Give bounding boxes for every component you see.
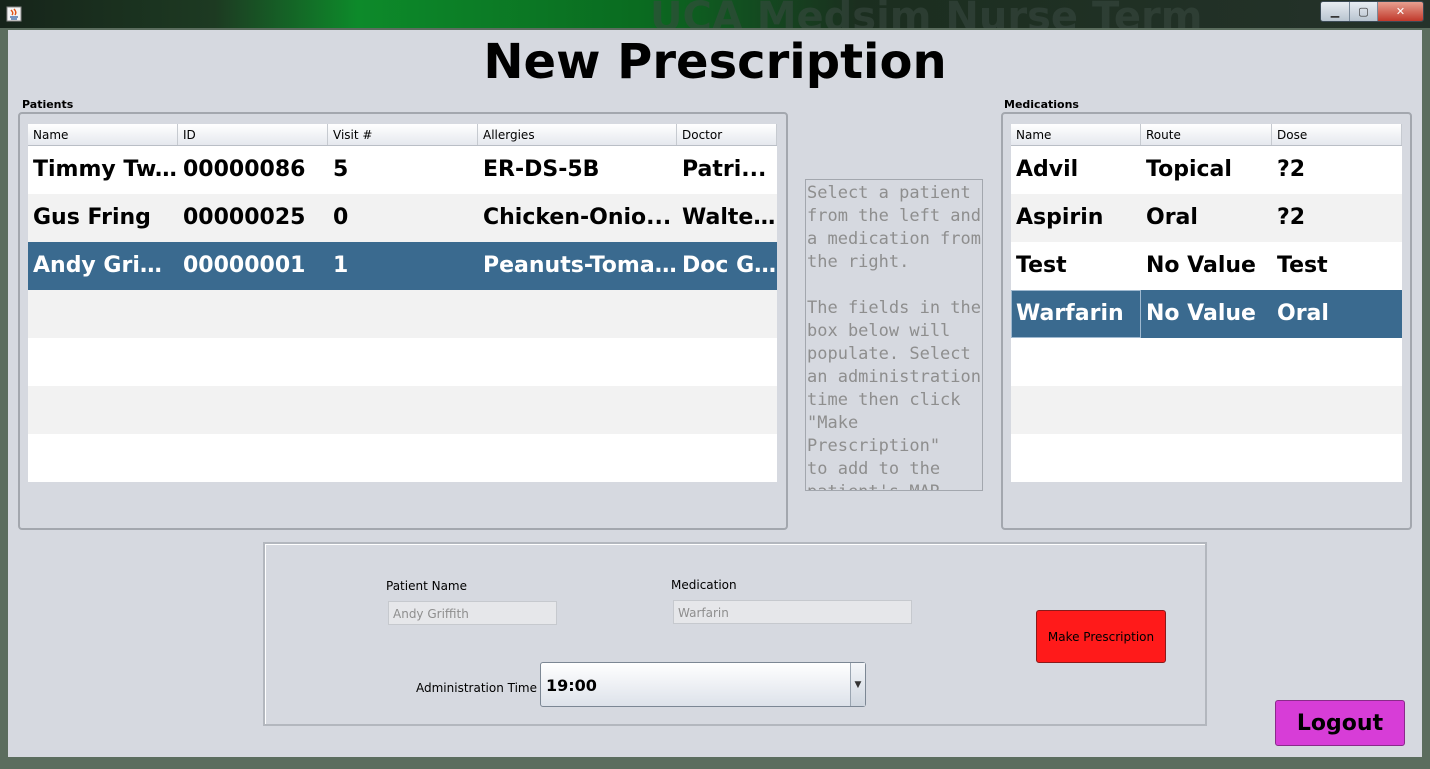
medications-column-header[interactable]: Route — [1141, 124, 1272, 145]
table-cell: ?2 — [1277, 157, 1306, 182]
table-cell: Oral — [1277, 301, 1329, 326]
table-cell: 0 — [333, 205, 349, 230]
patient-name-field: Andy Griffith — [388, 601, 557, 625]
window-controls: ▁ ▢ ✕ — [1320, 1, 1424, 22]
table-row[interactable]: Gus Fring 00000025 0 Chicken-Onio... Walte..… — [28, 194, 777, 242]
table-row[interactable] — [1011, 386, 1402, 434]
table-cell: Warfarin — [1011, 290, 1141, 338]
table-row[interactable]: Andy Griff... 00000001 1 Peanuts-Toma... Doc… — [28, 242, 777, 290]
table-cell: Topical — [1146, 157, 1232, 182]
medications-column-header[interactable]: Name — [1011, 124, 1141, 145]
medications-table[interactable]: Name Route Dose Advil Topical ?2 Aspirin Oral?… — [1011, 124, 1402, 482]
patients-table[interactable]: Name ID Visit # Allergies Doctor Timmy Tw...… — [28, 124, 777, 482]
table-row[interactable] — [28, 290, 777, 338]
table-cell: 00000086 — [183, 157, 306, 182]
table-cell: Peanuts-Toma... — [483, 253, 677, 278]
minimize-button[interactable]: ▁ — [1321, 2, 1349, 21]
table-cell: Oral — [1146, 205, 1198, 230]
chevron-down-icon[interactable]: ▼ — [850, 663, 865, 706]
table-cell: Chicken-Onio... — [483, 205, 672, 230]
table-cell: ER-DS-5B — [483, 157, 600, 182]
table-row[interactable] — [28, 338, 777, 386]
table-cell: ?2 — [1277, 205, 1306, 230]
patient-name-label: Patient Name — [386, 579, 467, 593]
patients-column-header[interactable]: Doctor — [677, 124, 777, 145]
close-button[interactable]: ✕ — [1377, 2, 1423, 21]
table-row[interactable]: Test No Value Test — [1011, 242, 1402, 290]
medications-column-header[interactable]: Dose — [1272, 124, 1402, 145]
maximize-button[interactable]: ▢ — [1349, 2, 1377, 21]
patients-column-header[interactable]: Name — [28, 124, 178, 145]
window-titlebar: UCA Medsim Nurse Term ▁ ▢ ✕ — [0, 0, 1430, 40]
patients-column-header[interactable]: Visit # — [328, 124, 478, 145]
table-cell: 1 — [333, 253, 349, 278]
table-cell: No Value — [1146, 301, 1256, 326]
java-app-icon — [6, 6, 22, 22]
table-row[interactable]: Warfarin No Value Oral — [1011, 290, 1402, 338]
table-cell: Walte... — [682, 205, 777, 230]
medications-table-header: Name Route Dose — [1011, 124, 1402, 146]
patients-table-header: Name ID Visit # Allergies Doctor — [28, 124, 777, 146]
medications-table-body: Advil Topical ?2 Aspirin Oral ?2 Test No Value T… — [1011, 146, 1402, 482]
page-title: New Prescription — [483, 34, 947, 90]
table-row[interactable] — [1011, 338, 1402, 386]
table-cell: Aspirin — [1016, 205, 1104, 230]
table-row[interactable] — [1011, 434, 1402, 482]
table-cell: Advil — [1016, 157, 1079, 182]
medication-field: Warfarin — [673, 600, 912, 624]
administration-time-value: 19:00 — [546, 676, 597, 695]
instructions-text: Select a patient from the left and a med… — [805, 179, 983, 491]
table-cell: No Value — [1146, 253, 1256, 278]
medication-label: Medication — [671, 578, 737, 592]
table-cell: Timmy Tw... — [33, 157, 178, 182]
table-row[interactable]: Advil Topical ?2 — [1011, 146, 1402, 194]
table-cell: 00000001 — [183, 253, 306, 278]
table-cell: Test — [1277, 253, 1328, 278]
logout-button[interactable]: Logout — [1275, 700, 1405, 746]
table-cell: Patri... — [682, 157, 767, 182]
table-row[interactable] — [28, 386, 777, 434]
table-cell: Test — [1016, 253, 1067, 278]
table-row[interactable]: Aspirin Oral ?2 — [1011, 194, 1402, 242]
administration-time-select[interactable]: 19:00 ▼ — [540, 662, 866, 707]
table-cell: Andy Griff... — [33, 253, 178, 278]
table-cell: 00000025 — [183, 205, 306, 230]
administration-time-label: Administration Time — [416, 681, 537, 695]
table-row[interactable]: Timmy Tw... 00000086 5 ER-DS-5B Patri... — [28, 146, 777, 194]
table-cell: 5 — [333, 157, 349, 182]
medications-group-label: Medications — [1004, 98, 1079, 111]
patients-group-label: Patients — [22, 98, 74, 111]
make-prescription-button[interactable]: Make Prescription — [1036, 610, 1166, 663]
patients-column-header[interactable]: Allergies — [478, 124, 677, 145]
table-row[interactable] — [28, 434, 777, 482]
patients-column-header[interactable]: ID — [178, 124, 328, 145]
table-cell: Doc G... — [682, 253, 777, 278]
patients-table-body: Timmy Tw... 00000086 5 ER-DS-5B Patri... Gus… — [28, 146, 777, 482]
table-cell: Gus Fring — [33, 205, 151, 230]
